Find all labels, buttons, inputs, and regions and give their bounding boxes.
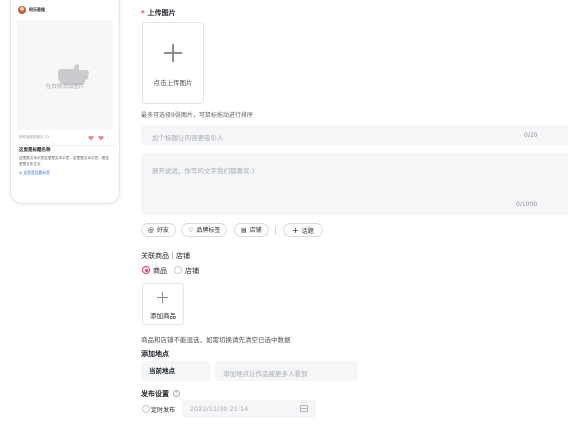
brand-tag-label: 品牌标签	[196, 227, 221, 234]
radio-goods-label: 商品	[153, 267, 167, 275]
store-label: 店铺	[249, 227, 262, 234]
plus-icon	[164, 44, 182, 62]
upload-image-button[interactable]: 点击上传图片	[142, 22, 204, 104]
upload-hint: 最多可选择9张图片，可鼠标拖动进行排序	[141, 112, 253, 119]
add-goods-label: 添加商品	[150, 312, 176, 320]
like-icon	[88, 135, 94, 141]
title-counter: 0/20	[524, 132, 538, 139]
plus-icon	[157, 292, 168, 303]
required-mark: *	[141, 9, 145, 17]
store-button[interactable]: ▤ 店铺	[234, 223, 269, 237]
friend-button[interactable]: @ 好友	[141, 223, 177, 237]
divider	[19, 145, 115, 146]
help-icon[interactable]: ?	[173, 390, 180, 397]
body-textarea-placeholder: 展开说说，你写的文字我们都喜欢:)	[152, 167, 255, 175]
body-textarea[interactable]	[141, 153, 568, 215]
upload-label-text: 上传图片	[147, 9, 176, 17]
title-input-placeholder: 加个标题让内容更吸引人	[152, 134, 224, 142]
datetime-value: 2022/11/30 21:14	[190, 405, 249, 413]
phone-preview: 阿乐是程 在右侧添加图片 该作品仅供参与 13 这里是标题名称 这里是文本示意这…	[10, 0, 120, 204]
store-icon: ▤	[241, 227, 247, 234]
add-goods-button[interactable]: 添加商品	[142, 283, 184, 325]
preview-account-name: 阿乐是程	[29, 7, 45, 12]
radio-store-label: 店铺	[185, 267, 199, 275]
topic-button[interactable]: + 话题	[283, 223, 323, 237]
toolbar-divider	[275, 226, 276, 235]
preview-meta: 该作品仅供参与 13	[19, 135, 50, 139]
heart-icon: ♡	[188, 227, 194, 234]
upload-section-label: * 上传图片	[141, 8, 176, 18]
topic-label: 话题	[301, 228, 314, 235]
preview-empty-hint: 在右侧添加图片	[45, 84, 85, 90]
calendar-icon	[300, 405, 308, 412]
preview-topic-tag: # 这里是话题标签	[19, 170, 50, 175]
friend-label: 好友	[157, 227, 170, 234]
location-label: 添加地点	[141, 350, 169, 358]
current-location-button[interactable]: 当前地点	[141, 361, 210, 381]
at-icon: @	[148, 227, 154, 234]
scheduled-publish-label: 定时发布	[151, 407, 176, 414]
body-counter: 0/1000	[516, 201, 538, 208]
scheduled-publish-radio[interactable]	[142, 405, 150, 413]
preview-description: 这里是文本示意这里是文本示意，这里是文本示意，是这里是文本正文	[19, 156, 109, 166]
plus-icon: +	[292, 226, 299, 235]
preview-image-area: 在右侧添加图片	[17, 20, 113, 130]
related-note: 商品和店铺不能混选，如需切换请先清空已选中数据	[141, 336, 291, 344]
preview-title: 这里是标题名称	[19, 148, 51, 153]
avatar	[18, 6, 26, 14]
location-placeholder: 添加地点让作品被更多人看到	[223, 370, 308, 378]
publish-label: 发布设置	[141, 390, 169, 398]
collect-icon	[98, 135, 104, 141]
radio-store[interactable]	[174, 266, 182, 274]
upload-button-label: 点击上传图片	[153, 79, 193, 87]
related-label: 关联商品｜店铺	[141, 252, 190, 260]
brand-tag-button[interactable]: ♡ 品牌标签	[181, 223, 228, 237]
radio-goods[interactable]	[142, 266, 150, 274]
